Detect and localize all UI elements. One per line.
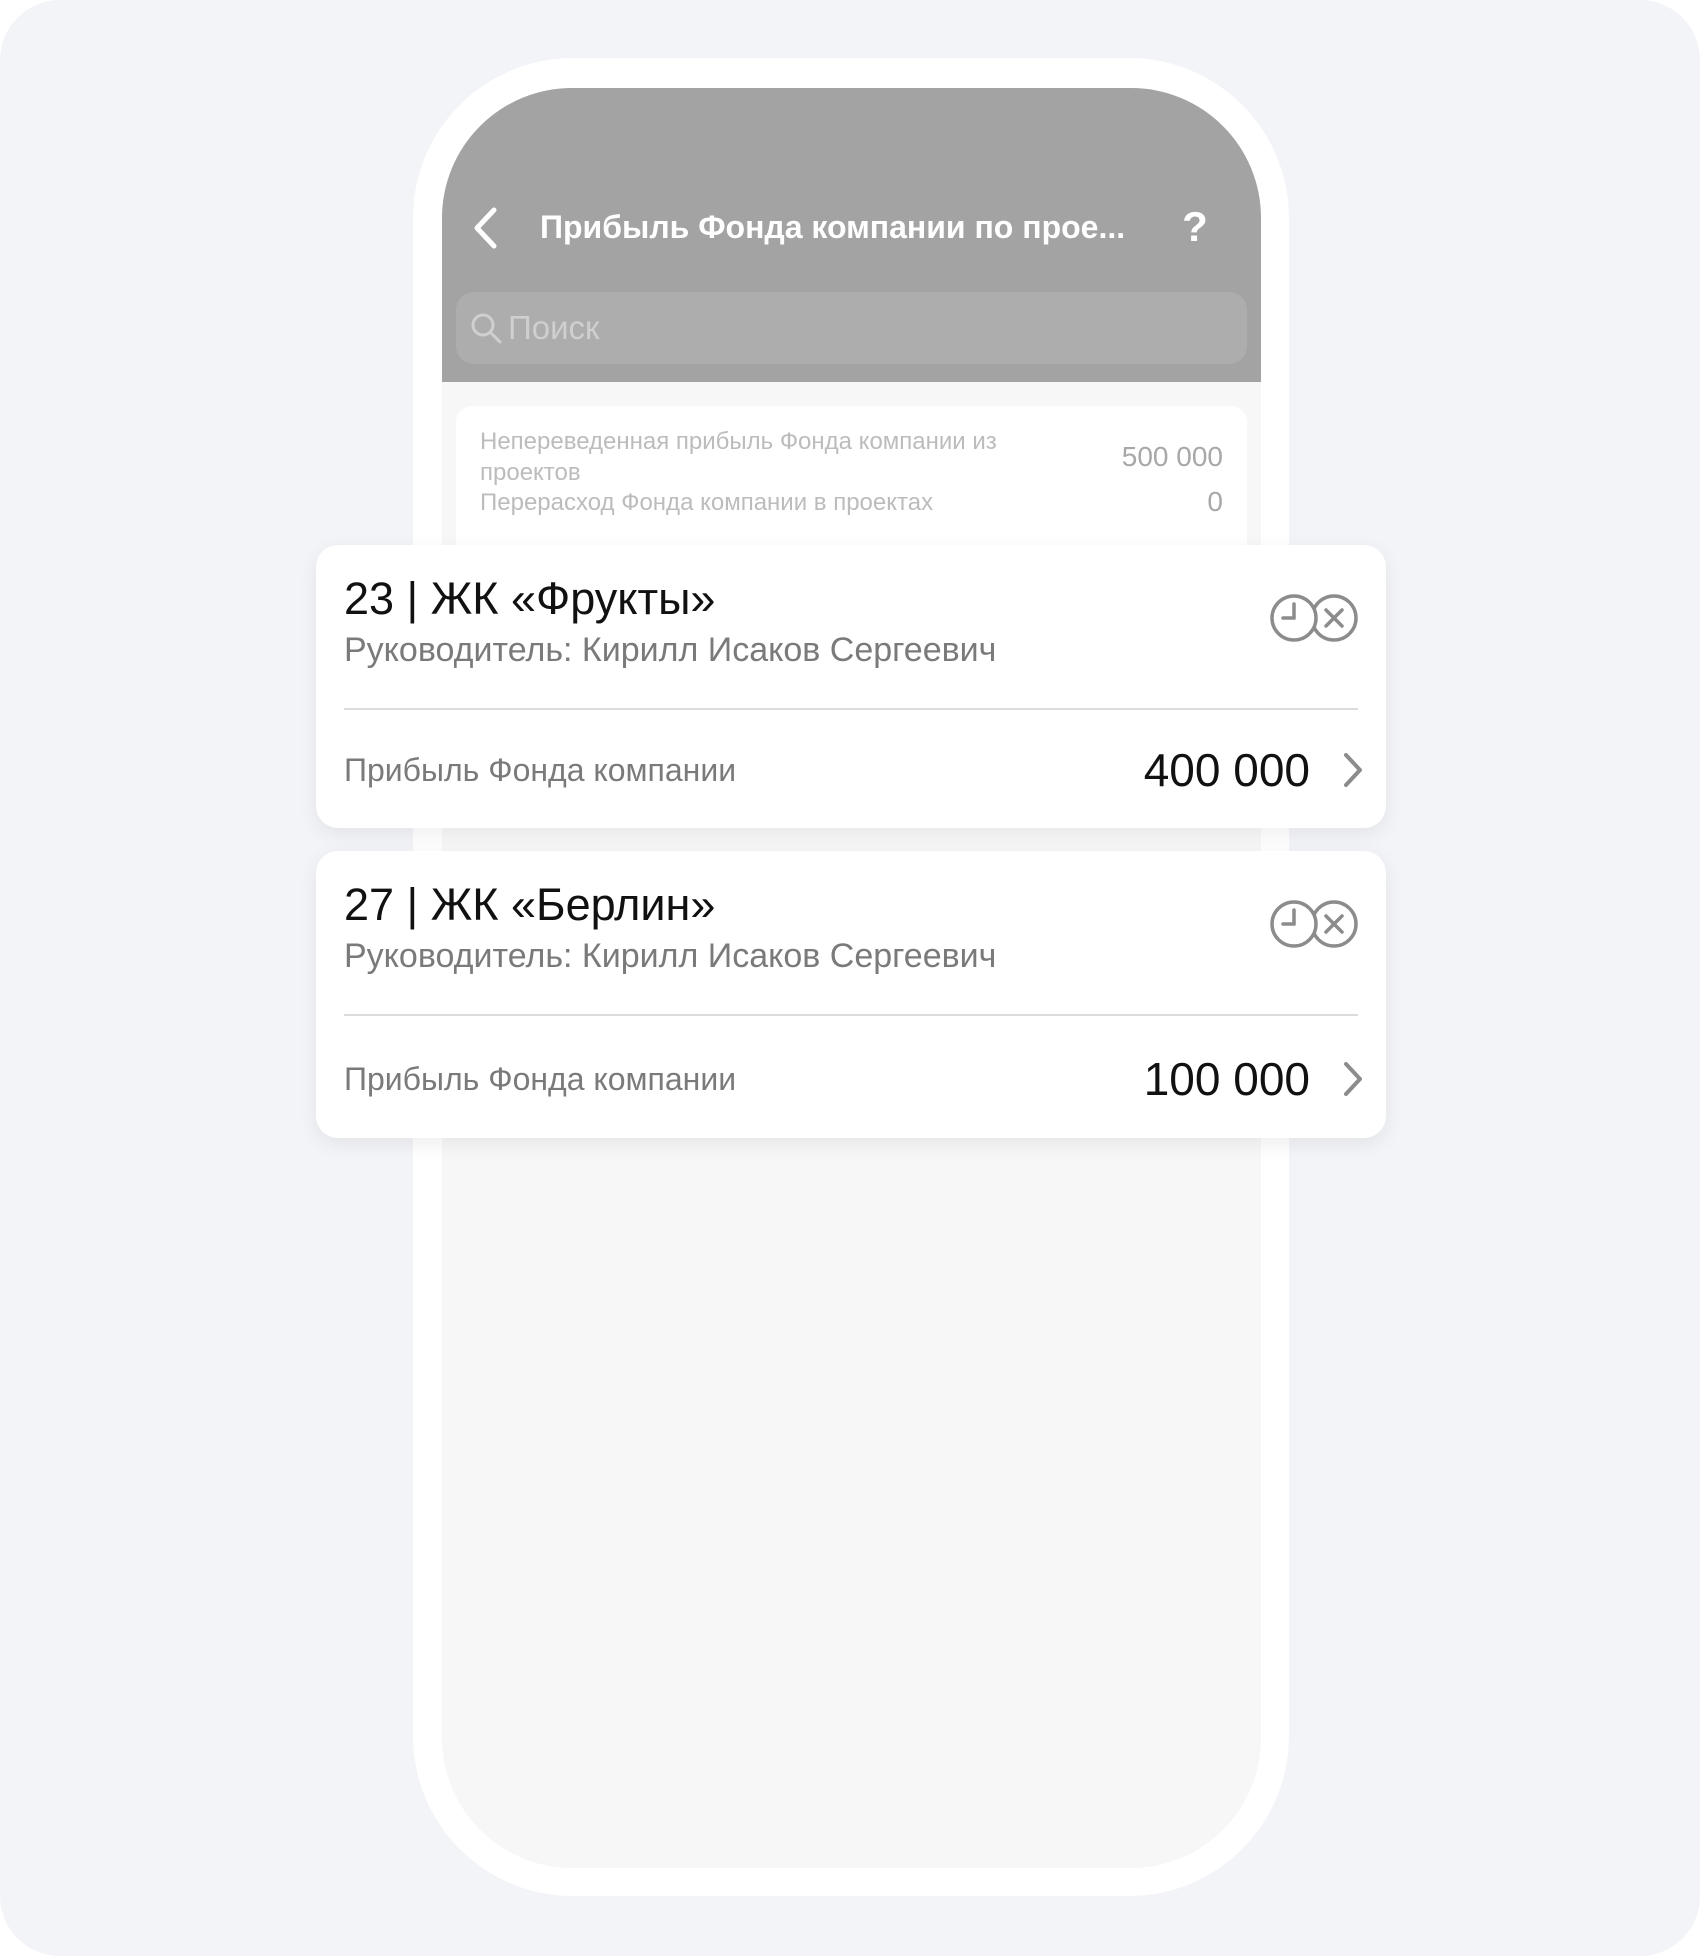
profit-value: 400 000 — [1143, 744, 1310, 796]
summary-value: 500 000 — [1121, 441, 1223, 472]
chevron-right-icon — [1340, 1059, 1366, 1099]
clock-cancel-icon[interactable] — [1268, 591, 1358, 645]
search-icon — [468, 310, 504, 346]
summary-label: Непереведенная прибыль Фонда компании из… — [480, 428, 997, 486]
project-header: 23 | ЖК «Фрукты» Руководитель: Кирилл Ис… — [344, 571, 1358, 681]
summary-value: 0 — [1207, 486, 1223, 517]
profit-value: 100 000 — [1143, 1053, 1310, 1105]
help-button[interactable]: ? — [1170, 200, 1220, 254]
profit-label: Прибыль Фонда компании — [344, 1060, 737, 1097]
summary-row-unsent-profit: Непереведенная прибыль Фонда компании из… — [480, 426, 1223, 488]
project-card[interactable]: 27 | ЖК «Берлин» Руководитель: Кирилл Ис… — [316, 851, 1386, 1138]
project-header: 27 | ЖК «Берлин» Руководитель: Кирилл Ис… — [344, 877, 1358, 987]
chevron-left-icon — [474, 207, 497, 249]
divider — [344, 708, 1358, 710]
project-manager: Руководитель: Кирилл Исаков Сергеевич — [344, 631, 997, 669]
project-manager: Руководитель: Кирилл Исаков Сергеевич — [344, 937, 997, 975]
chevron-right-icon — [1340, 750, 1366, 790]
profit-row[interactable]: Прибыль Фонда компании 100 000 — [344, 1044, 1366, 1114]
summary-row-overspend: Перерасход Фонда компании в проектах 0 — [480, 486, 1223, 518]
project-card[interactable]: 23 | ЖК «Фрукты» Руководитель: Кирилл Ис… — [316, 545, 1386, 828]
divider — [344, 1014, 1358, 1016]
search-bar[interactable] — [456, 292, 1247, 364]
project-title: 23 | ЖК «Фрукты» — [344, 573, 716, 624]
profit-row[interactable]: Прибыль Фонда компании 400 000 — [344, 735, 1366, 805]
summary-label: Перерасход Фонда компании в проектах — [480, 488, 934, 516]
profit-label: Прибыль Фонда компании — [344, 751, 737, 788]
search-input[interactable] — [508, 309, 1208, 347]
page-background: Прибыль Фонда компании по прое... ? Непе… — [0, 0, 1700, 1956]
clock-cancel-icon[interactable] — [1268, 897, 1358, 951]
back-button[interactable] — [460, 200, 510, 256]
summary-card: Непереведенная прибыль Фонда компании из… — [456, 406, 1247, 566]
page-title: Прибыль Фонда компании по прое... — [540, 209, 1126, 245]
project-title: 27 | ЖК «Берлин» — [344, 879, 716, 930]
app-header: Прибыль Фонда компании по прое... ? — [442, 88, 1261, 382]
